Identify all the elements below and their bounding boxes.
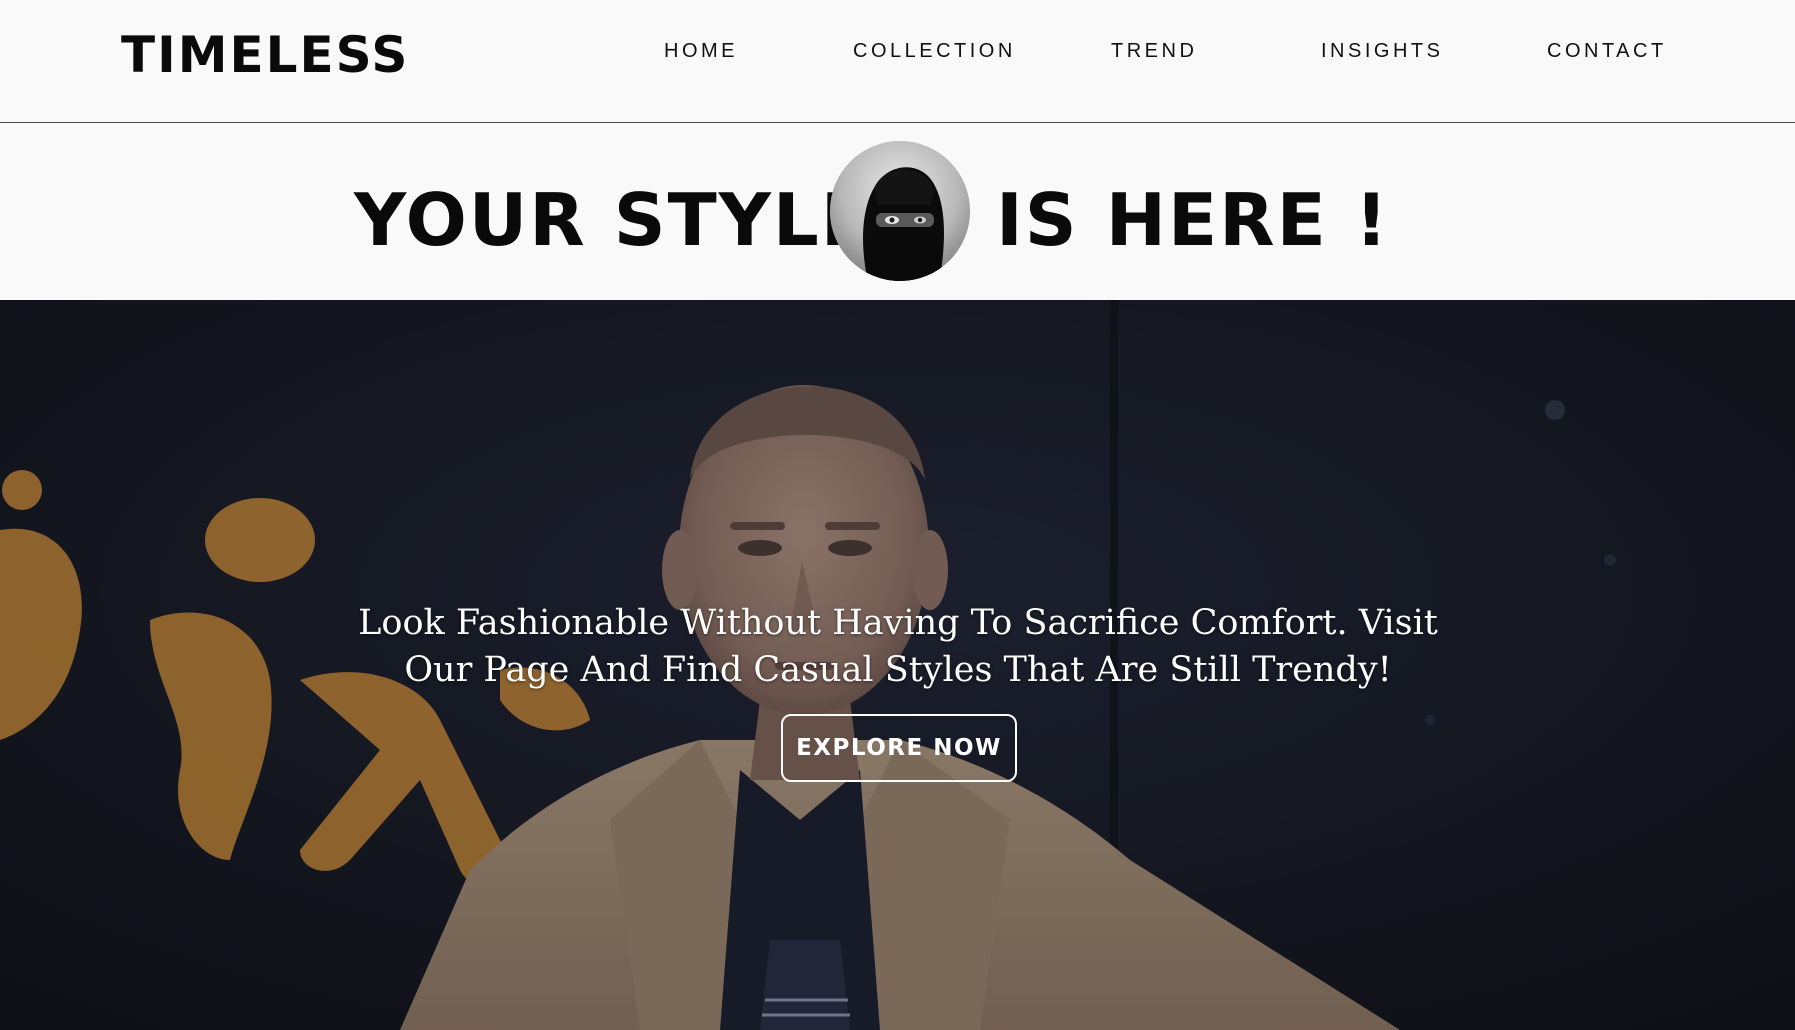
nav-item-home[interactable]: HOME xyxy=(664,40,738,63)
hooded-person-icon xyxy=(830,141,970,281)
headline-banner: YOUR STYLE IS HERE ! xyxy=(0,124,1795,300)
headline-left: YOUR STYLE xyxy=(354,178,872,262)
site-header: TIMELESS HOME COLLECTION TREND INSIGHTS … xyxy=(0,0,1795,123)
nav-item-trend[interactable]: TREND xyxy=(1111,40,1197,63)
main-nav: HOME COLLECTION TREND INSIGHTS CONTACT xyxy=(0,40,1795,64)
explore-now-button[interactable]: EXPLORE NOW xyxy=(781,714,1017,782)
nav-item-contact[interactable]: CONTACT xyxy=(1547,40,1667,63)
nav-item-insights[interactable]: INSIGHTS xyxy=(1321,40,1443,63)
nav-item-collection[interactable]: COLLECTION xyxy=(853,40,1016,63)
headline-right: IS HERE ! xyxy=(996,178,1390,262)
hooded-person-avatar-icon xyxy=(830,141,970,281)
hero-tagline: Look Fashionable Without Having To Sacri… xyxy=(358,603,1438,690)
hero-section: Look Fashionable Without Having To Sacri… xyxy=(0,300,1795,1030)
